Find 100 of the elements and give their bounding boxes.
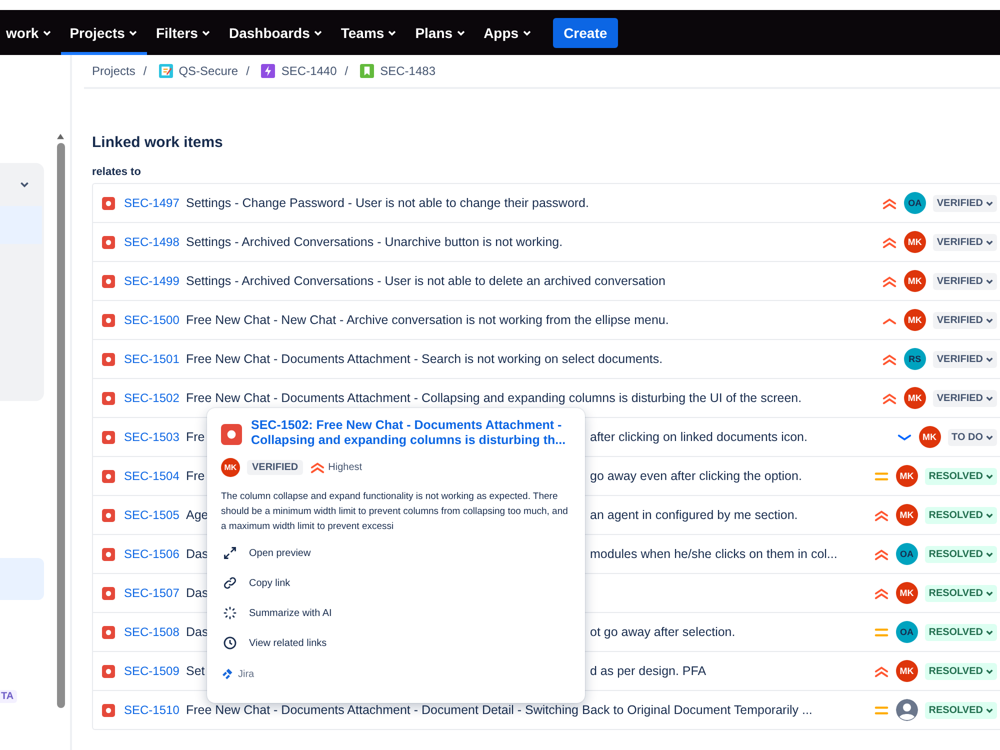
status-dropdown[interactable]: VERIFIED	[932, 234, 997, 250]
issue-summary: Das	[186, 547, 208, 561]
nav-menu-item[interactable]: Dashboards	[220, 10, 332, 55]
issue-summary: Free New Chat - Documents Attachment - Collapsing and expanding columns is disturbing the UI of the screen.	[186, 391, 802, 405]
clock-icon	[223, 636, 237, 650]
linked-item-row[interactable]: SEC-1497 Settings - Change Password - User is not able to change their password. OA VERIFIED	[93, 184, 1000, 223]
chevron-down-icon	[985, 394, 994, 402]
bug-icon	[102, 586, 115, 600]
bug-icon	[102, 392, 115, 404]
status-dropdown[interactable]: VERIFIED	[932, 194, 997, 212]
chevron-down-icon	[985, 706, 994, 714]
link-icon	[223, 576, 237, 590]
bug-icon	[102, 626, 115, 638]
breadcrumb-separator: /	[246, 64, 250, 78]
priority-label: Highest	[328, 462, 362, 473]
chevron-down-icon	[985, 198, 994, 208]
linked-item-row[interactable]: SEC-1499 Settings - Archived Conversations - User is not able to delete an archived conversation MK VERIFIED	[93, 262, 1000, 301]
breadcrumb-separator: /	[143, 64, 147, 78]
issue-summary: Fre	[186, 469, 205, 483]
chevron-down-icon	[985, 666, 994, 676]
status-dropdown[interactable]: VERIFIED	[932, 312, 997, 328]
bug-icon	[102, 548, 115, 560]
status-dropdown[interactable]: VERIFIED	[932, 390, 997, 406]
status-dropdown[interactable]: RESOLVED	[924, 546, 997, 562]
bug-icon	[102, 430, 115, 444]
project-icon	[158, 64, 173, 78]
nav-menu-item[interactable]: Teams	[332, 10, 406, 55]
status-dropdown[interactable]: RESOLVED	[924, 584, 997, 602]
menu-item[interactable]: Summarize with AI	[221, 598, 571, 628]
issue-key-link[interactable]: SEC-1506	[124, 547, 186, 561]
issue-summary: Age	[186, 508, 208, 522]
issue-description: The column collapse and expand functionality is not working as expected. There should be a minimum width limit to prevent columns from collapsing too much, and a maximum width limit to prevent excessi	[221, 490, 569, 534]
bug-icon	[102, 664, 115, 678]
nav-menu-item[interactable]: Projects	[60, 10, 147, 55]
avatar: MK	[221, 458, 240, 477]
issue-key-link[interactable]: SEC-1498	[124, 235, 186, 249]
product-label: Jira	[238, 668, 254, 680]
chevron-down-icon	[985, 238, 994, 246]
chevron-down-icon	[985, 354, 994, 364]
avatar: MK	[904, 387, 926, 409]
avatar: MK	[896, 504, 918, 526]
issue-title-link[interactable]: SEC-1502: Free New Chat - Documents Attachment - Collapsing and expanding columns is disturbing th...	[251, 418, 571, 448]
nav-menu-item[interactable]: Apps	[474, 10, 541, 55]
issue-summary: modules when he/she clicks on them in col...	[590, 547, 838, 561]
lightning-icon	[261, 64, 276, 78]
issue-key-link[interactable]: SEC-1497	[124, 196, 186, 210]
status-lozenge: VERIFIED	[247, 460, 304, 475]
issue-key-link[interactable]: SEC-1508	[124, 625, 186, 639]
issue-key-link[interactable]: SEC-1510	[124, 703, 186, 717]
create-button[interactable]: Create	[552, 18, 618, 48]
issue-summary: Fre	[186, 430, 205, 444]
breadcrumb-link[interactable]: SEC-1483	[380, 64, 436, 78]
issue-summary: go away even after clicking the option.	[590, 469, 802, 483]
status-dropdown[interactable]: VERIFIED	[932, 272, 997, 290]
issue-key-link[interactable]: SEC-1501	[124, 352, 186, 366]
avatar: MK	[896, 660, 918, 682]
nav-menu-item[interactable]: Filters	[146, 10, 220, 55]
issue-summary: Das	[186, 625, 208, 639]
linked-item-row[interactable]: SEC-1500 Free New Chat - New Chat - Archive conversation is not working from the ellipse menu. MK VERIFIED	[93, 301, 1000, 340]
status-dropdown[interactable]: RESOLVED	[924, 468, 997, 484]
status-dropdown[interactable]: RESOLVED	[924, 506, 997, 524]
breadcrumb-link[interactable]: Projects	[92, 64, 136, 78]
linked-item-row[interactable]: SEC-1501 Free New Chat - Documents Attachment - Search is not working on select documents. RS VERIFIED	[93, 340, 1000, 379]
menu-item[interactable]: View related links	[221, 628, 571, 658]
issue-key-link[interactable]: SEC-1509	[124, 664, 186, 678]
issue-key-link[interactable]: SEC-1504	[124, 469, 186, 483]
issue-summary: Settings - Archived Conversations - User is not able to delete an archived conversation	[186, 274, 666, 288]
menu-item[interactable]: Open preview	[221, 538, 571, 568]
bug-icon	[102, 508, 115, 522]
issue-summary: Das	[186, 586, 208, 600]
issue-summary: Settings - Change Password - User is not able to change their password.	[186, 196, 589, 210]
chevron-down-icon	[985, 588, 994, 598]
bug-icon	[102, 274, 115, 288]
issue-key-link[interactable]: SEC-1505	[124, 508, 186, 522]
chevron-down-icon	[985, 276, 994, 286]
status-dropdown[interactable]: RESOLVED	[924, 624, 997, 640]
issue-summary: Settings - Archived Conversations - Unarchive button is not working.	[186, 235, 563, 249]
avatar: MK	[896, 582, 918, 604]
nav-menu-item[interactable]: Plans	[406, 10, 475, 55]
breadcrumb-link[interactable]: QS-Secure	[178, 64, 238, 78]
issue-key-link[interactable]: SEC-1503	[124, 430, 186, 444]
issue-key-link[interactable]: SEC-1499	[124, 274, 186, 288]
issue-summary: an agent in configured by me section.	[590, 508, 798, 522]
scroll-up-arrow-icon[interactable]	[56, 133, 65, 140]
issue-summary: Free New Chat - Documents Attachment - Search is not working on select documents.	[186, 352, 663, 366]
issue-summary: Set	[186, 664, 205, 678]
linked-item-row[interactable]: SEC-1498 Settings - Archived Conversations - Unarchive button is not working. MK VERIFIED	[93, 223, 1000, 262]
issue-key-link[interactable]: SEC-1507	[124, 586, 186, 600]
status-dropdown[interactable]: RESOLVED	[924, 702, 997, 718]
menu-item[interactable]: Copy link	[221, 568, 571, 598]
bug-icon	[102, 470, 115, 482]
section-title: Linked work items	[91, 133, 224, 153]
status-dropdown[interactable]: VERIFIED	[932, 350, 997, 368]
nav-menu-item[interactable]: work	[0, 10, 61, 55]
bug-icon	[102, 352, 115, 366]
breadcrumb-link[interactable]: SEC-1440	[281, 64, 337, 78]
issue-key-link[interactable]: SEC-1500	[124, 313, 186, 327]
issue-key-link[interactable]: SEC-1502	[124, 391, 186, 405]
status-dropdown[interactable]: RESOLVED	[924, 662, 997, 680]
status-dropdown[interactable]: TO DO	[948, 428, 997, 446]
